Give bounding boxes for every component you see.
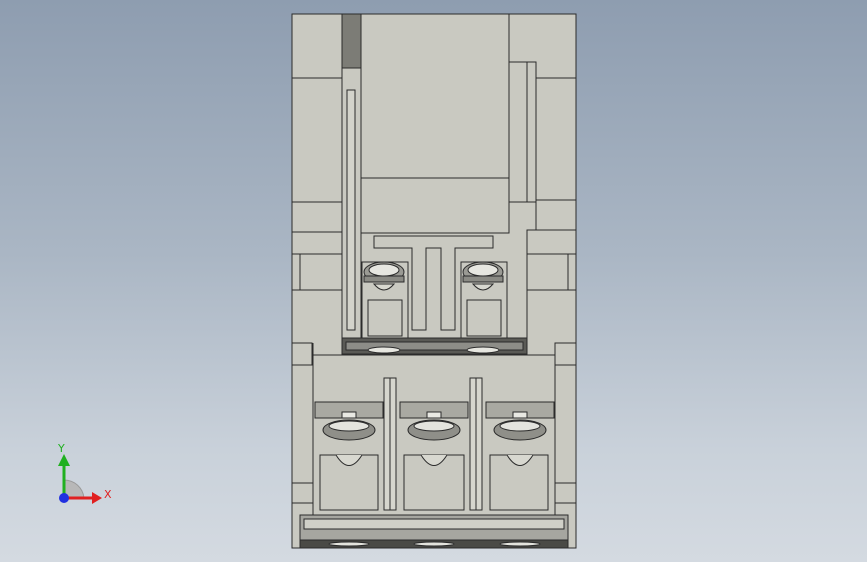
axis-triad: Y X xyxy=(57,442,112,504)
left-band xyxy=(291,201,343,233)
mid-block xyxy=(360,177,510,234)
right-rail xyxy=(526,61,537,203)
left-slot xyxy=(341,13,362,69)
graphics-viewport[interactable]: Y X xyxy=(0,0,867,562)
y-axis-arrow xyxy=(58,454,70,466)
x-axis-arrow xyxy=(92,492,102,504)
right-band xyxy=(535,199,577,231)
top-block xyxy=(360,13,510,179)
x-axis-label: X xyxy=(104,488,112,501)
part-model-front-view[interactable] xyxy=(0,0,867,562)
z-axis-dot xyxy=(59,493,69,503)
y-axis-label: Y xyxy=(57,442,65,455)
